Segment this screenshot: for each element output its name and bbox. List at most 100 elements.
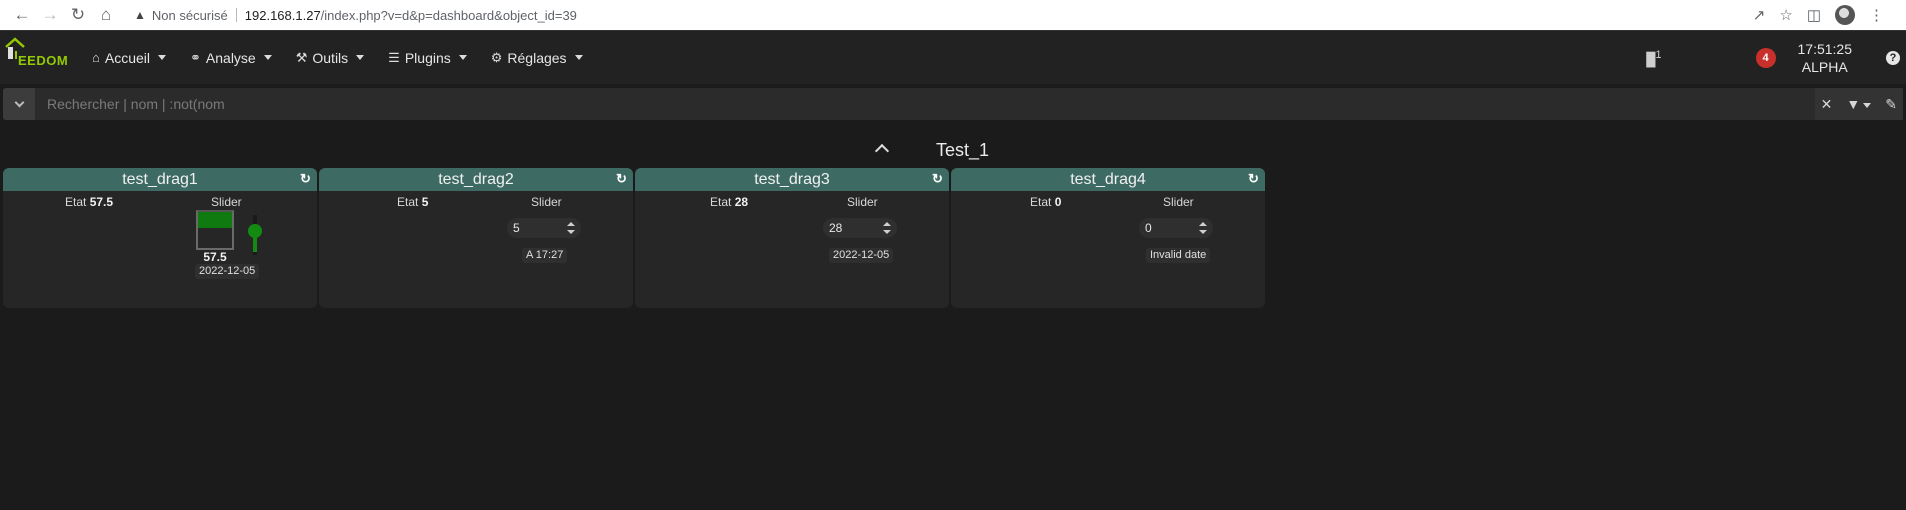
star-icon[interactable]: ☆: [1779, 6, 1792, 24]
value-date: 2022-12-05: [829, 248, 894, 263]
door-icon[interactable]: █1: [1646, 49, 1661, 66]
stepper-arrows-icon[interactable]: [567, 220, 575, 236]
widget-title[interactable]: test_drag2: [438, 171, 514, 188]
widget-title[interactable]: test_drag1: [122, 171, 198, 188]
widget-test-drag4: test_drag4 ↻ Etat 0 Slider 0 Invalid dat…: [951, 168, 1265, 308]
widget-title[interactable]: test_drag4: [1070, 171, 1146, 188]
home-icon: ⌂: [92, 50, 100, 65]
etat-value: 28: [734, 195, 749, 209]
slider-label: Slider: [531, 195, 562, 209]
widget-header: test_drag3 ↻: [635, 168, 949, 191]
back-icon[interactable]: ←: [8, 1, 36, 29]
wrench-icon: ⚒: [295, 49, 308, 65]
value-date: Invalid date: [1146, 248, 1211, 263]
kebab-menu-icon[interactable]: ⋮: [1869, 6, 1884, 24]
search-tools: ✕ ▼ ✎: [1814, 88, 1903, 120]
stepper-value: 5: [513, 221, 520, 235]
widget-test-drag1: test_drag1 ↻ Etat 57.5 Slider 57.5 2022-…: [3, 168, 317, 308]
caret-down-icon: [158, 55, 166, 60]
refresh-icon[interactable]: ↻: [930, 171, 945, 186]
menu-label: Plugins: [404, 49, 451, 66]
chevron-up-icon[interactable]: [874, 143, 890, 159]
door-count: 1: [1655, 49, 1662, 62]
share-icon[interactable]: ↗: [1753, 6, 1766, 24]
stethoscope-icon: ⚭: [190, 49, 201, 65]
refresh-icon[interactable]: ↻: [614, 171, 629, 186]
logo-text: EEDOM: [18, 52, 69, 68]
menu-accueil[interactable]: ⌂ Accueil: [80, 31, 178, 85]
caret-down-icon: [458, 55, 467, 60]
value-stepper[interactable]: 0: [1139, 218, 1213, 238]
menu-label: Accueil: [104, 49, 150, 66]
value-stepper[interactable]: 28: [823, 218, 897, 238]
widget-test-drag3: test_drag3 ↻ Etat 28 Slider 28 2022-12-0…: [635, 168, 949, 308]
refresh-icon[interactable]: ↻: [298, 171, 313, 186]
profile-avatar[interactable]: [1835, 5, 1855, 25]
value-date: 2022-12-05: [195, 264, 260, 279]
clock: 17:51:25 ALPHA: [1798, 40, 1853, 76]
caret-down-icon: [574, 55, 583, 60]
forward-icon[interactable]: →: [36, 1, 64, 29]
widget-header: test_drag4 ↻: [951, 168, 1265, 191]
slider-label: Slider: [211, 195, 242, 209]
url-path: /index.php?v=d&p=dashboard&object_id=39: [320, 7, 577, 23]
stepper-value: 0: [1145, 221, 1152, 235]
widget-header: test_drag2 ↻: [319, 168, 633, 191]
warning-icon: ▲: [134, 8, 146, 22]
security-label: Non sécurisé: [151, 7, 228, 23]
browser-actions: ↗ ☆ ◫ ⋮: [1753, 5, 1898, 25]
stepper-value: 28: [829, 221, 843, 235]
menu-outils[interactable]: ⚒ Outils: [284, 31, 376, 85]
chevron-down-icon: [14, 97, 24, 107]
widget-test-drag2: test_drag2 ↻ Etat 5 Slider 5 A 17:27: [319, 168, 633, 308]
home-browser-icon[interactable]: ⌂: [92, 1, 120, 29]
navbar-right: █1 4 17:51:25 ALPHA ?: [1646, 31, 1906, 85]
object-header: Test_1: [0, 138, 1906, 162]
collapse-toggle-button[interactable]: [3, 88, 35, 120]
etat-value: 5: [421, 195, 429, 209]
address-bar[interactable]: ▲ Non sécurisé 192.168.1.27/index.php?v=…: [126, 2, 1753, 28]
browser-toolbar: ← → ↻ ⌂ ▲ Non sécurisé 192.168.1.27/inde…: [0, 0, 1906, 30]
menu-reglages[interactable]: ⚙ Réglages: [479, 31, 595, 85]
object-title[interactable]: Test_1: [936, 140, 989, 161]
widget-title[interactable]: test_drag3: [754, 171, 830, 188]
caret-down-icon: [356, 55, 365, 60]
slider-fill: [253, 236, 257, 252]
slider-label: Slider: [847, 195, 878, 209]
etat-label: Etat: [710, 195, 732, 209]
filter-icon[interactable]: ▼: [1846, 96, 1872, 112]
stepper-arrows-icon[interactable]: [1199, 220, 1207, 236]
reload-icon[interactable]: ↻: [64, 1, 92, 29]
etat-label: Etat: [1030, 195, 1052, 209]
search-input[interactable]: [35, 88, 1815, 120]
value-stepper[interactable]: 5: [507, 218, 581, 238]
main-navbar: EEDOM ⌂ Accueil ⚭ Analyse ⚒ Outils ☰ Plu…: [0, 30, 1906, 84]
value-date: A 17:27: [522, 248, 568, 263]
main-menu: ⌂ Accueil ⚭ Analyse ⚒ Outils ☰ Plugins ⚙…: [80, 31, 595, 85]
etat-value: 0: [1054, 195, 1062, 209]
refresh-icon[interactable]: ↻: [1246, 171, 1261, 186]
etat-info: Etat 57.5: [65, 195, 113, 209]
stepper-arrows-icon[interactable]: [883, 220, 891, 236]
menu-plugins[interactable]: ☰ Plugins: [376, 31, 479, 85]
address-divider: [235, 8, 237, 22]
jeedom-logo[interactable]: EEDOM: [0, 31, 80, 85]
sidebar-icon[interactable]: ◫: [1807, 6, 1821, 24]
gauge-fill: [198, 212, 232, 228]
clock-user: ALPHA: [1801, 59, 1848, 75]
dashboard-search-bar: ✕ ▼ ✎: [3, 88, 1903, 120]
slider-handle[interactable]: [248, 224, 262, 238]
edit-icon[interactable]: ✎: [1885, 96, 1897, 113]
etat-info: Etat 5: [397, 195, 428, 209]
clear-icon[interactable]: ✕: [1821, 96, 1833, 113]
menu-label: Outils: [312, 49, 349, 66]
clock-time: 17:51:25: [1797, 41, 1853, 57]
menu-label: Réglages: [507, 49, 567, 66]
etat-label: Etat: [397, 195, 419, 209]
etat-value: 57.5: [89, 195, 114, 209]
etat-label: Etat: [65, 195, 87, 209]
menu-label: Analyse: [205, 49, 256, 66]
notification-badge[interactable]: 4: [1755, 48, 1776, 68]
menu-analyse[interactable]: ⚭ Analyse: [178, 31, 284, 85]
help-icon[interactable]: ?: [1886, 51, 1900, 65]
